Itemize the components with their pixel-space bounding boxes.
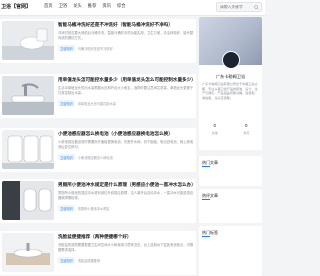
search-input[interactable] xyxy=(220,5,254,9)
article-tag[interactable]: 卫浴知识 xyxy=(58,205,75,211)
article-thumbnail[interactable] xyxy=(2,76,54,115)
article-thumbnail[interactable] xyxy=(2,181,54,220)
profile-name: 广东卡勒姆卫浴 xyxy=(215,74,246,79)
hot-comments-box: 热评文章 xyxy=(199,189,262,223)
stat-articles: 0 文章 xyxy=(212,123,218,135)
hot-articles-box: 热门文章 xyxy=(199,156,262,186)
article-excerpt: 生活中单值龙头的出水量根据水压和开合大小而定，选购时要注意阀芯质量，单值龙头更便… xyxy=(58,86,194,95)
stat-views: 0 浏览 xyxy=(243,123,249,135)
article-category[interactable]: 男厕所小便池冲水规定 xyxy=(78,206,110,211)
hot-tags-box: 热门标签 xyxy=(199,226,262,276)
main-nav: 首页 卫浴 龙头 推荐 资讯 综合 xyxy=(44,3,126,9)
article-meta: 卫浴知识 洗脸盆便捷推荐 xyxy=(58,257,100,263)
article-tag[interactable]: 卫浴知识 xyxy=(58,100,75,106)
sidebar: 广东卡勒姆卫浴 广东卡勒姆卫浴有限公司位于中国卫浴之都，专业从事卫浴产品的研发、… xyxy=(199,17,265,276)
article-thumbnail[interactable] xyxy=(2,21,54,60)
article-category[interactable]: 小便池感应器怎么换电池 xyxy=(78,155,113,160)
article-title[interactable]: 用单值龙头怎可能控水量多少（用单值龙头怎么可能控制水量多少） xyxy=(58,77,194,83)
article-card[interactable]: 用单值龙头怎可能控水量多少（用单值龙头怎么可能控制水量多少） 生活中单值龙头的出… xyxy=(0,74,196,118)
article-excerpt: 冲凉时是否要大便前后马桶冲洗，智能马桶的冲洗功能实用，卫生方便，清洁体验好，能代… xyxy=(58,31,194,40)
nav-item-bathroom[interactable]: 卫浴 xyxy=(59,3,68,9)
article-excerpt: 男厕所小便池的感应冲水是利用红外线感应原理，当人离开后自动冲水，一直冲水可能是感… xyxy=(58,191,194,200)
article-title[interactable]: 智能马桶冲洗好还是不冲洗好（智能马桶冲洗好不净吗） xyxy=(58,22,194,28)
article-category[interactable]: 用单值龙头怎可能控制水量 xyxy=(78,101,116,106)
article-meta: 卫浴知识 马桶冲洗好还是不冲洗好 xyxy=(58,45,113,51)
article-thumbnail[interactable] xyxy=(2,130,54,169)
article-meta: 卫浴知识 小便池感应器怎么换电池 xyxy=(58,154,113,160)
stat-value: 0 xyxy=(213,123,216,128)
article-tag[interactable]: 卫浴知识 xyxy=(58,45,75,51)
article-list: 智能马桶冲洗好还是不冲洗好（智能马桶冲洗好不净吗） 冲凉时是否要大便前后马桶冲洗… xyxy=(0,17,196,275)
article-tag[interactable]: 卫浴知识 xyxy=(58,154,75,160)
heading-underline xyxy=(202,166,210,167)
article-meta: 卫浴知识 男厕所小便池冲水规定 xyxy=(58,205,110,211)
profile-card: 广东卡勒姆卫浴 广东卡勒姆卫浴有限公司位于中国卫浴之都，专业从事卫浴产品的研发、… xyxy=(199,17,262,150)
profile-description: 广东卡勒姆卫浴有限公司位于中国卫浴之都，专业从事卫浴产品的研发、设计、生产与销售… xyxy=(202,82,258,100)
article-card[interactable]: 小便池感应器怎么换电池（小便池感应器换电池怎么换） 小便池感应器没电时需要拆开面… xyxy=(0,128,196,172)
stat-label: 浏览 xyxy=(243,131,250,135)
article-title[interactable]: 洗脸盆便捷推荐（两种便捷哪个好） xyxy=(58,234,194,240)
article-meta: 卫浴知识 用单值龙头怎可能控制水量 xyxy=(58,100,116,106)
article-category[interactable]: 洗脸盆便捷推荐 xyxy=(78,258,100,263)
stat-label: 文章 xyxy=(211,131,218,135)
article-title[interactable]: 小便池感应器怎么换电池（小便池感应器换电池怎么换） xyxy=(58,131,194,137)
article-card[interactable]: 洗脸盆便捷推荐（两种便捷哪个好） 洗脸盆的选购需要根据卫生间空间大小和使用习惯来… xyxy=(0,231,196,275)
nav-item-home[interactable]: 首页 xyxy=(44,3,53,9)
search-box xyxy=(216,2,262,12)
article-category[interactable]: 马桶冲洗好还是不冲洗好 xyxy=(78,46,113,51)
heading-underline xyxy=(202,236,210,237)
site-logo[interactable]: 卫浴【官网】 xyxy=(1,3,31,10)
article-title[interactable]: 男厕所小便池冲水规定是什么原理（男感应小便池一直冲水怎么办） xyxy=(58,182,194,188)
article-card[interactable]: 男厕所小便池冲水规定是什么原理（男感应小便池一直冲水怎么办） 男厕所小便池的感应… xyxy=(0,179,196,223)
nav-item-news[interactable]: 资讯 xyxy=(102,3,111,9)
article-card[interactable]: 智能马桶冲洗好还是不冲洗好（智能马桶冲洗好不净吗） 冲凉时是否要大便前后马桶冲洗… xyxy=(0,19,196,63)
heading-underline xyxy=(202,199,210,200)
nav-item-recommend[interactable]: 推荐 xyxy=(88,3,97,9)
search-icon[interactable] xyxy=(254,5,259,10)
profile-stats: 0 文章 0 浏览 xyxy=(199,123,262,135)
article-thumbnail[interactable] xyxy=(2,233,54,272)
article-excerpt: 小便池感应器没电时需要拆开面板更换电池，先断开水阀，拆下面板，取出旧电池，换上新… xyxy=(58,140,194,149)
site-header: 卫浴【官网】 首页 卫浴 龙头 推荐 资讯 综合 xyxy=(0,0,265,16)
article-excerpt: 洗脸盆的选购需要根据卫生间空间大小和使用习惯来决定，台上盆和台下盆各有优缺点，可… xyxy=(58,243,194,252)
avatar[interactable] xyxy=(222,51,240,69)
nav-item-general[interactable]: 综合 xyxy=(117,3,126,9)
nav-item-faucet[interactable]: 龙头 xyxy=(73,3,82,9)
article-tag[interactable]: 卫浴知识 xyxy=(58,257,75,263)
stat-value: 0 xyxy=(245,123,248,128)
